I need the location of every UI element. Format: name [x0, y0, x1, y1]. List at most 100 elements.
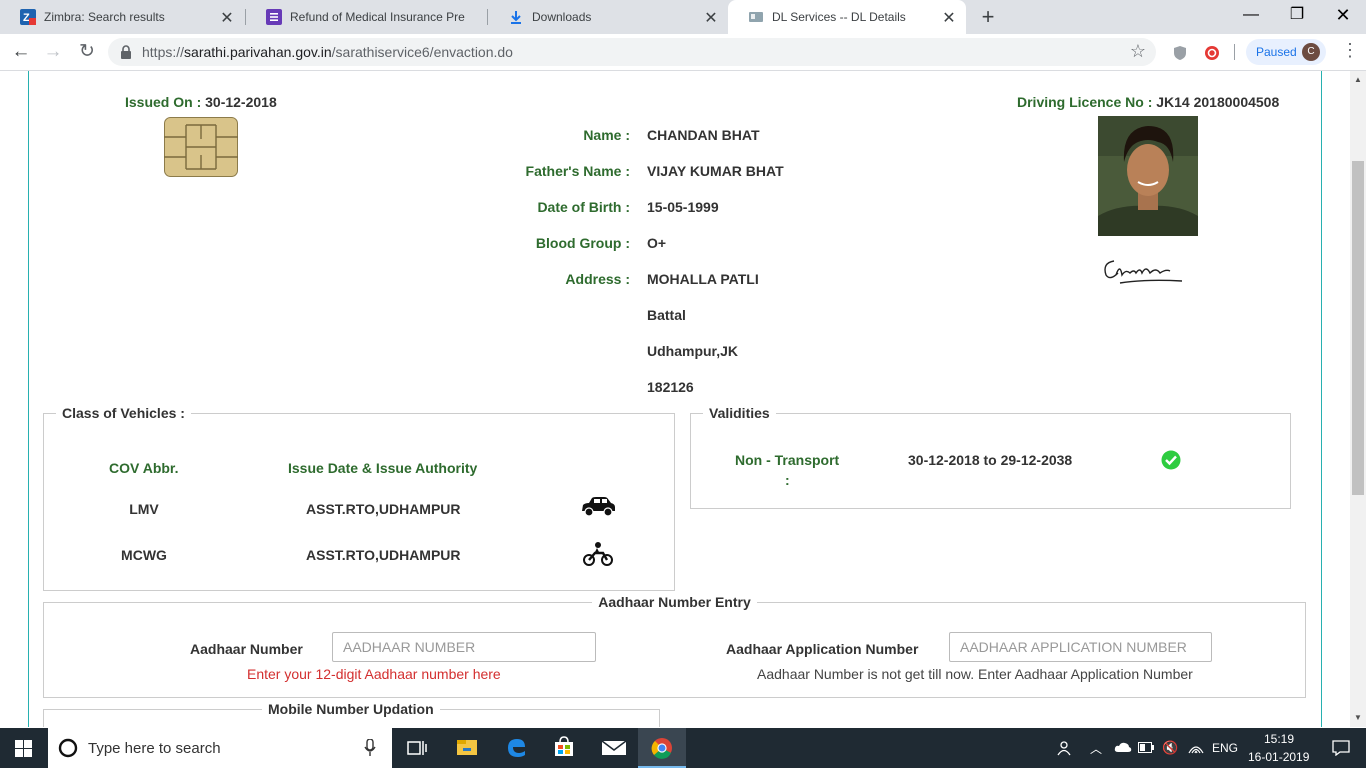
aadhaar-number-hint: Enter your 12-digit Aadhaar number here [247, 666, 501, 682]
forward-button[interactable]: → [40, 40, 66, 64]
close-tab-icon[interactable]: ✕ [218, 8, 236, 28]
scroll-up-icon[interactable]: ▲ [1354, 75, 1362, 84]
bookmark-star-icon[interactable]: ☆ [1130, 41, 1146, 62]
signature [1104, 260, 1183, 284]
url-text: https://sarathi.parivahan.gov.in/sarathi… [142, 44, 513, 60]
scroll-down-icon[interactable]: ▼ [1354, 713, 1362, 722]
browser-toolbar: ← → ↻ https://sarathi.parivahan.gov.in/s… [0, 34, 1366, 71]
microphone-icon[interactable] [364, 739, 376, 757]
tab-title: DL Services -- DL Details [772, 10, 906, 24]
action-center-icon[interactable] [1332, 740, 1350, 756]
holder-photo [1098, 116, 1198, 236]
profile-paused-button[interactable]: Paused C [1246, 39, 1326, 65]
chevron-up-icon[interactable]: ︿ [1090, 740, 1102, 757]
address-label: Address : [565, 271, 630, 287]
cov-header: COV Abbr. [109, 460, 179, 476]
mobile-section: Mobile Number Updation [43, 701, 660, 727]
address-line-3: Udhampur,JK [647, 343, 739, 359]
dob-label: Date of Birth : [537, 199, 630, 215]
aadhaar-app-label: Aadhaar Application Number [726, 641, 919, 657]
close-tab-icon[interactable]: ✕ [702, 8, 720, 28]
system-tray: ︿ 🔇 ENG 15:19 16-01-2019 [1050, 728, 1366, 768]
cov-abbr: MCWG [121, 547, 167, 563]
dl-number: Driving Licence No : JK14 20180004508 [1017, 94, 1279, 110]
validity-range: 30-12-2018 to 29-12-2038 [908, 452, 1073, 468]
url-path: /sarathiservice6/envaction.do [331, 44, 513, 60]
address-line-1: MOHALLA PATLI [647, 271, 759, 287]
cov-authority: ASST.RTO,UDHAMPUR [306, 547, 461, 563]
tab-dl-services[interactable]: DL Services -- DL Details ✕ [728, 0, 966, 34]
page-scrollbar[interactable]: ▲ ▼ [1350, 71, 1366, 727]
browser-tab-strip: Z Zimbra: Search results ✕ Refund of Med… [0, 0, 1366, 34]
cloud-icon[interactable] [1114, 741, 1132, 753]
issued-on: Issued On : 30-12-2018 [125, 94, 277, 110]
toolbar-divider [1234, 44, 1235, 60]
issued-on-label: Issued On : [125, 94, 202, 110]
restore-button[interactable]: ❐ [1274, 0, 1320, 30]
chrome-taskbar-button[interactable] [638, 728, 686, 768]
class-of-vehicles-legend: Class of Vehicles : [62, 405, 185, 421]
speaker-icon[interactable]: 🔇 [1162, 740, 1178, 756]
blood-group-value: O+ [647, 235, 667, 251]
close-tab-icon[interactable]: ✕ [940, 8, 958, 28]
wifi-icon[interactable] [1188, 741, 1204, 755]
father-name-value: VIJAY KUMAR BHAT [647, 163, 784, 179]
back-button[interactable]: ← [8, 40, 34, 64]
url-scheme: https:// [142, 44, 185, 60]
validity-type: Non - Transport [735, 452, 840, 468]
windows-taskbar: Type here to search ︿ 🔇 ENG 15:19 16-01-… [0, 728, 1366, 768]
battery-icon[interactable] [1138, 742, 1154, 753]
windows-start-icon[interactable] [15, 740, 32, 757]
tab-downloads[interactable]: Downloads ✕ [488, 0, 728, 34]
close-window-button[interactable]: ✕ [1320, 0, 1366, 30]
people-icon[interactable] [1056, 740, 1072, 756]
tab-zimbra[interactable]: Z Zimbra: Search results ✕ [0, 0, 244, 34]
store-icon[interactable] [553, 736, 575, 758]
address-line-2: Battal [647, 307, 686, 323]
taskbar-search-placeholder: Type here to search [88, 739, 221, 757]
name-label: Name : [583, 127, 630, 143]
mail-icon[interactable] [601, 738, 627, 756]
motorcycle-icon [583, 542, 613, 566]
taskbar-search-box[interactable]: Type here to search [48, 728, 392, 768]
car-icon [582, 497, 615, 517]
smart-chip-icon [164, 117, 238, 177]
scrollbar-thumb[interactable] [1352, 161, 1364, 495]
dl-services-icon [748, 9, 764, 25]
minimize-button[interactable]: — [1228, 0, 1274, 30]
svg-text:Z: Z [23, 12, 30, 24]
file-explorer-icon[interactable] [456, 738, 478, 756]
edge-icon[interactable] [505, 736, 527, 758]
clock-time[interactable]: 15:19 [1264, 732, 1294, 746]
reload-button[interactable]: ↻ [74, 40, 100, 64]
grammar-extension-icon[interactable] [1204, 45, 1220, 61]
cov-authority: ASST.RTO,UDHAMPUR [306, 501, 461, 517]
authority-header: Issue Date & Issue Authority [288, 460, 478, 476]
url-host: sarathi.parivahan.gov.in [184, 44, 332, 60]
address-line-4: 182126 [647, 379, 694, 395]
mobile-legend: Mobile Number Updation [268, 701, 434, 717]
page-content: Issued On : 30-12-2018 Driving Licence N… [0, 71, 1350, 727]
tab-refund[interactable]: Refund of Medical Insurance Pre [246, 0, 486, 34]
form-icon [266, 9, 282, 25]
language-indicator[interactable]: ENG [1212, 741, 1238, 755]
cortana-icon [58, 738, 78, 758]
task-view-icon[interactable] [407, 739, 427, 757]
cov-abbr: LMV [129, 501, 159, 517]
father-name-label: Father's Name : [525, 163, 630, 179]
aadhaar-number-label: Aadhaar Number [190, 641, 303, 657]
aadhaar-app-hint: Aadhaar Number is not get till now. Ente… [757, 666, 1193, 682]
address-bar[interactable]: https://sarathi.parivahan.gov.in/sarathi… [108, 38, 1156, 66]
aadhaar-number-input[interactable]: AADHAAR NUMBER [332, 632, 596, 662]
kebab-menu-icon[interactable]: ⋮ [1340, 40, 1360, 61]
shield-extension-icon[interactable] [1172, 45, 1188, 61]
dl-number-value: JK14 20180004508 [1156, 94, 1280, 110]
aadhaar-app-input[interactable]: AADHAAR APPLICATION NUMBER [949, 632, 1212, 662]
blood-group-label: Blood Group : [535, 235, 630, 251]
paused-label: Paused [1256, 45, 1297, 59]
dob-value: 15-05-1999 [647, 199, 719, 215]
clock-date[interactable]: 16-01-2019 [1248, 750, 1309, 764]
chrome-icon [651, 738, 672, 759]
avatar: C [1302, 43, 1320, 61]
new-tab-button[interactable]: + [976, 4, 1000, 30]
